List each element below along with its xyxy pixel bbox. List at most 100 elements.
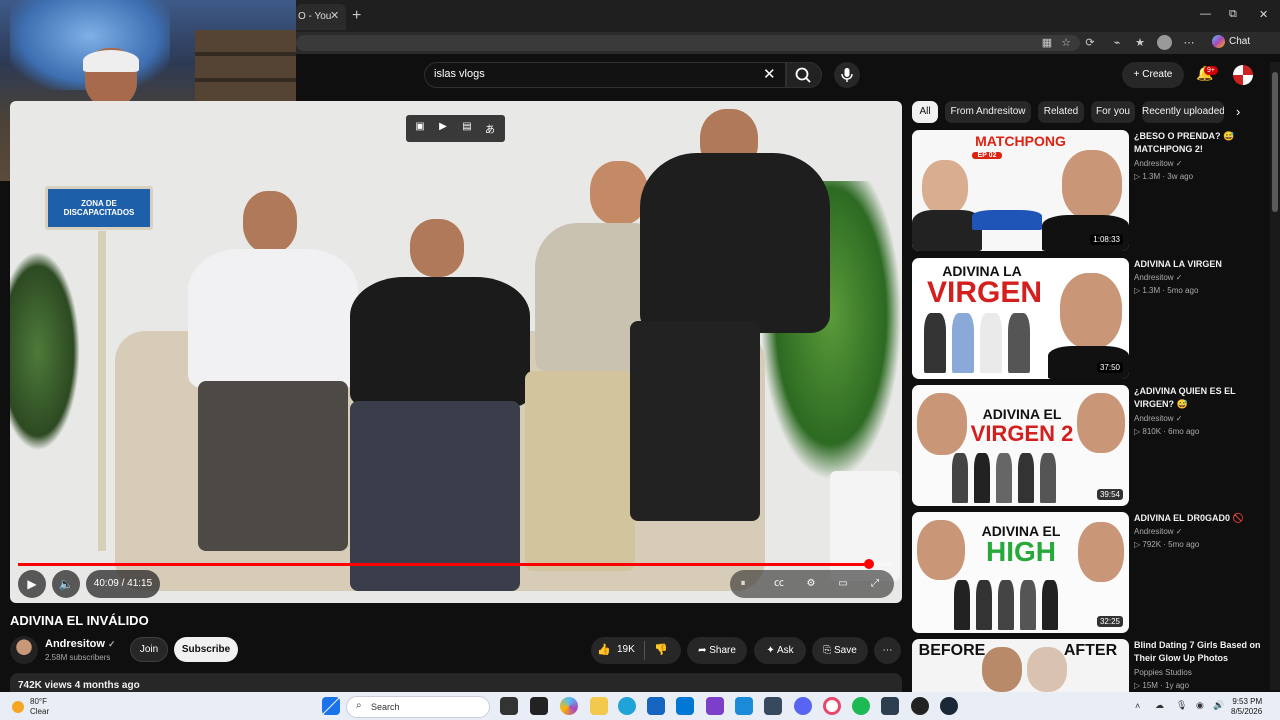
person-2: [350, 211, 530, 601]
tab-close-icon[interactable]: ✕: [330, 9, 339, 22]
chip-from-channel[interactable]: From Andresitow: [945, 101, 1031, 123]
channel-name[interactable]: Andresitow ✓: [45, 638, 116, 650]
vscode-icon[interactable]: [735, 697, 753, 715]
chat-label: Chat: [1229, 36, 1251, 48]
rec-thumbnail[interactable]: ADIVINA EL VIRGEN 2 39:54: [912, 385, 1129, 506]
create-button[interactable]: + Create: [1122, 62, 1184, 88]
rec-title[interactable]: Blind Dating 7 Girls Based on Their Glow…: [1134, 639, 1262, 665]
weather-temp: 80°F: [30, 697, 47, 706]
reading-icon[interactable]: ⌁: [1110, 36, 1124, 50]
minimize-button[interactable]: —: [1200, 8, 1211, 20]
subscribe-button[interactable]: Subscribe: [174, 637, 238, 662]
video-player[interactable]: ZONA DE DISCAPACITADOS: [10, 101, 902, 603]
speaker-icon[interactable]: 🔊: [1213, 700, 1224, 711]
favorite-star-icon[interactable]: ☆: [1059, 36, 1073, 50]
more-menu-icon[interactable]: ⋯: [1182, 36, 1196, 50]
like-count[interactable]: 19K: [617, 644, 635, 655]
more-actions-button[interactable]: ⋯: [874, 637, 901, 664]
new-tab-button[interactable]: +: [352, 7, 361, 25]
browser-profile-avatar[interactable]: [1157, 35, 1172, 50]
progress-played: [18, 563, 869, 566]
taskbar-search-input[interactable]: Search: [346, 696, 490, 718]
console-app-icon[interactable]: [881, 697, 899, 715]
play-button[interactable]: ▶: [18, 570, 46, 598]
volume-button[interactable]: 🔈: [52, 570, 80, 598]
rec-title[interactable]: ¿BESO O PRENDA? 😅 MATCHPONG 2!: [1134, 130, 1262, 156]
translate-icon[interactable]: あ: [483, 121, 497, 136]
ask-button[interactable]: ✦ Ask: [754, 637, 806, 664]
volume-icon: 🔈: [58, 577, 74, 591]
address-bar[interactable]: [296, 35, 1080, 51]
screenshot-icon[interactable]: ▣: [413, 121, 427, 135]
rec-thumbnail[interactable]: ADIVINA LA VIRGEN 37:50: [912, 258, 1129, 379]
scrubber-handle[interactable]: [864, 559, 874, 569]
share-button[interactable]: ➦ Share: [687, 637, 747, 664]
accessible-zone-sign: ZONA DE DISCAPACITADOS: [45, 186, 153, 230]
mic-tray-icon[interactable]: 🎙: [1176, 700, 1187, 711]
mail-app-icon[interactable]: [676, 697, 694, 715]
wifi-icon[interactable]: ◉: [1196, 700, 1204, 711]
steam-icon[interactable]: [940, 697, 958, 715]
rec-title[interactable]: ¿ADIVINA QUIEN ES EL VIRGEN? 😅: [1134, 385, 1262, 411]
rec-thumbnail[interactable]: MATCHPONG EP 02 1:08:33: [912, 130, 1129, 251]
notes-icon[interactable]: ▤: [460, 121, 474, 135]
dislike-icon[interactable]: 👎: [654, 643, 668, 656]
pause-icon[interactable]: ⏸: [736, 577, 750, 591]
rec-title[interactable]: ADIVINA LA VIRGEN: [1134, 258, 1262, 271]
rec-channel[interactable]: Andresitow ✓: [1134, 159, 1183, 168]
weather-widget[interactable]: 80°F Clear: [12, 697, 49, 717]
file-explorer-icon[interactable]: [590, 697, 608, 715]
rec-channel[interactable]: Andresitow ✓: [1134, 414, 1183, 423]
chip-recently-uploaded[interactable]: Recently uploaded: [1142, 101, 1224, 123]
cloud-icon[interactable]: ☁: [1155, 700, 1164, 711]
favorites-icon[interactable]: ★: [1133, 36, 1147, 50]
network-app-icon[interactable]: [764, 697, 782, 715]
scrollbar-thumb[interactable]: [1272, 72, 1278, 212]
close-window-button[interactable]: ✕: [1259, 8, 1268, 21]
description-box[interactable]: [10, 673, 902, 693]
verified-icon: ✓: [107, 639, 116, 649]
search-button[interactable]: [786, 62, 822, 88]
fullscreen-icon[interactable]: ⤢: [868, 577, 882, 591]
obs-app-icon[interactable]: [823, 697, 841, 715]
store-app-icon[interactable]: [647, 697, 665, 715]
chevron-right-icon[interactable]: ›: [1236, 104, 1240, 119]
like-icon[interactable]: 👍: [597, 643, 611, 656]
record-icon[interactable]: ▶: [436, 121, 450, 135]
captions-icon[interactable]: ㏄: [772, 577, 786, 591]
join-button[interactable]: Join: [130, 637, 168, 662]
extensions-icon[interactable]: ⟳: [1083, 36, 1097, 50]
save-button[interactable]: ⎘ Save: [812, 637, 868, 664]
discord-icon[interactable]: [794, 697, 812, 715]
visual-studio-icon[interactable]: [706, 697, 724, 715]
clock-date: 8/5/2026: [1231, 707, 1263, 716]
recording-app-icon[interactable]: [911, 697, 929, 715]
rec-channel[interactable]: Andresitow ✓: [1134, 273, 1183, 282]
edge-browser-icon[interactable]: [618, 697, 636, 715]
rec-thumbnail[interactable]: ADIVINA EL HIGH 32:25: [912, 512, 1129, 633]
system-clock[interactable]: 9:53 PM 8/5/2026: [1231, 697, 1262, 717]
rec-thumbnail[interactable]: BEFORE AFTER: [912, 639, 1129, 692]
app-grid-icon[interactable]: ▦: [1040, 36, 1054, 50]
task-view-icon[interactable]: [500, 697, 518, 715]
rec-title[interactable]: ADIVINA EL DR0GAD0 🚫: [1134, 512, 1262, 525]
chip-all[interactable]: All: [912, 101, 938, 123]
chip-for-you[interactable]: For you: [1091, 101, 1135, 123]
theater-mode-icon[interactable]: ▭: [836, 577, 850, 591]
clock-time: 9:53 PM: [1232, 697, 1263, 706]
channel-avatar[interactable]: [10, 636, 38, 664]
tray-chevron-icon[interactable]: ˄: [1135, 701, 1140, 711]
account-avatar[interactable]: [1233, 65, 1253, 85]
terminal-app-icon[interactable]: [530, 697, 548, 715]
copilot-app-icon[interactable]: [560, 697, 578, 715]
copilot-chat-button[interactable]: Chat: [1212, 35, 1250, 48]
rec-channel[interactable]: Andresitow ✓: [1134, 527, 1183, 536]
chip-related[interactable]: Related: [1038, 101, 1084, 123]
restore-button[interactable]: ⧉: [1229, 8, 1237, 21]
settings-gear-icon[interactable]: ⚙: [804, 577, 818, 591]
clear-search-icon[interactable]: ✕: [763, 65, 776, 83]
rec-channel[interactable]: Poppies Studios: [1134, 668, 1192, 677]
windows-start-icon[interactable]: [322, 697, 340, 715]
spotify-icon[interactable]: [852, 697, 870, 715]
voice-search-button[interactable]: [834, 62, 860, 88]
